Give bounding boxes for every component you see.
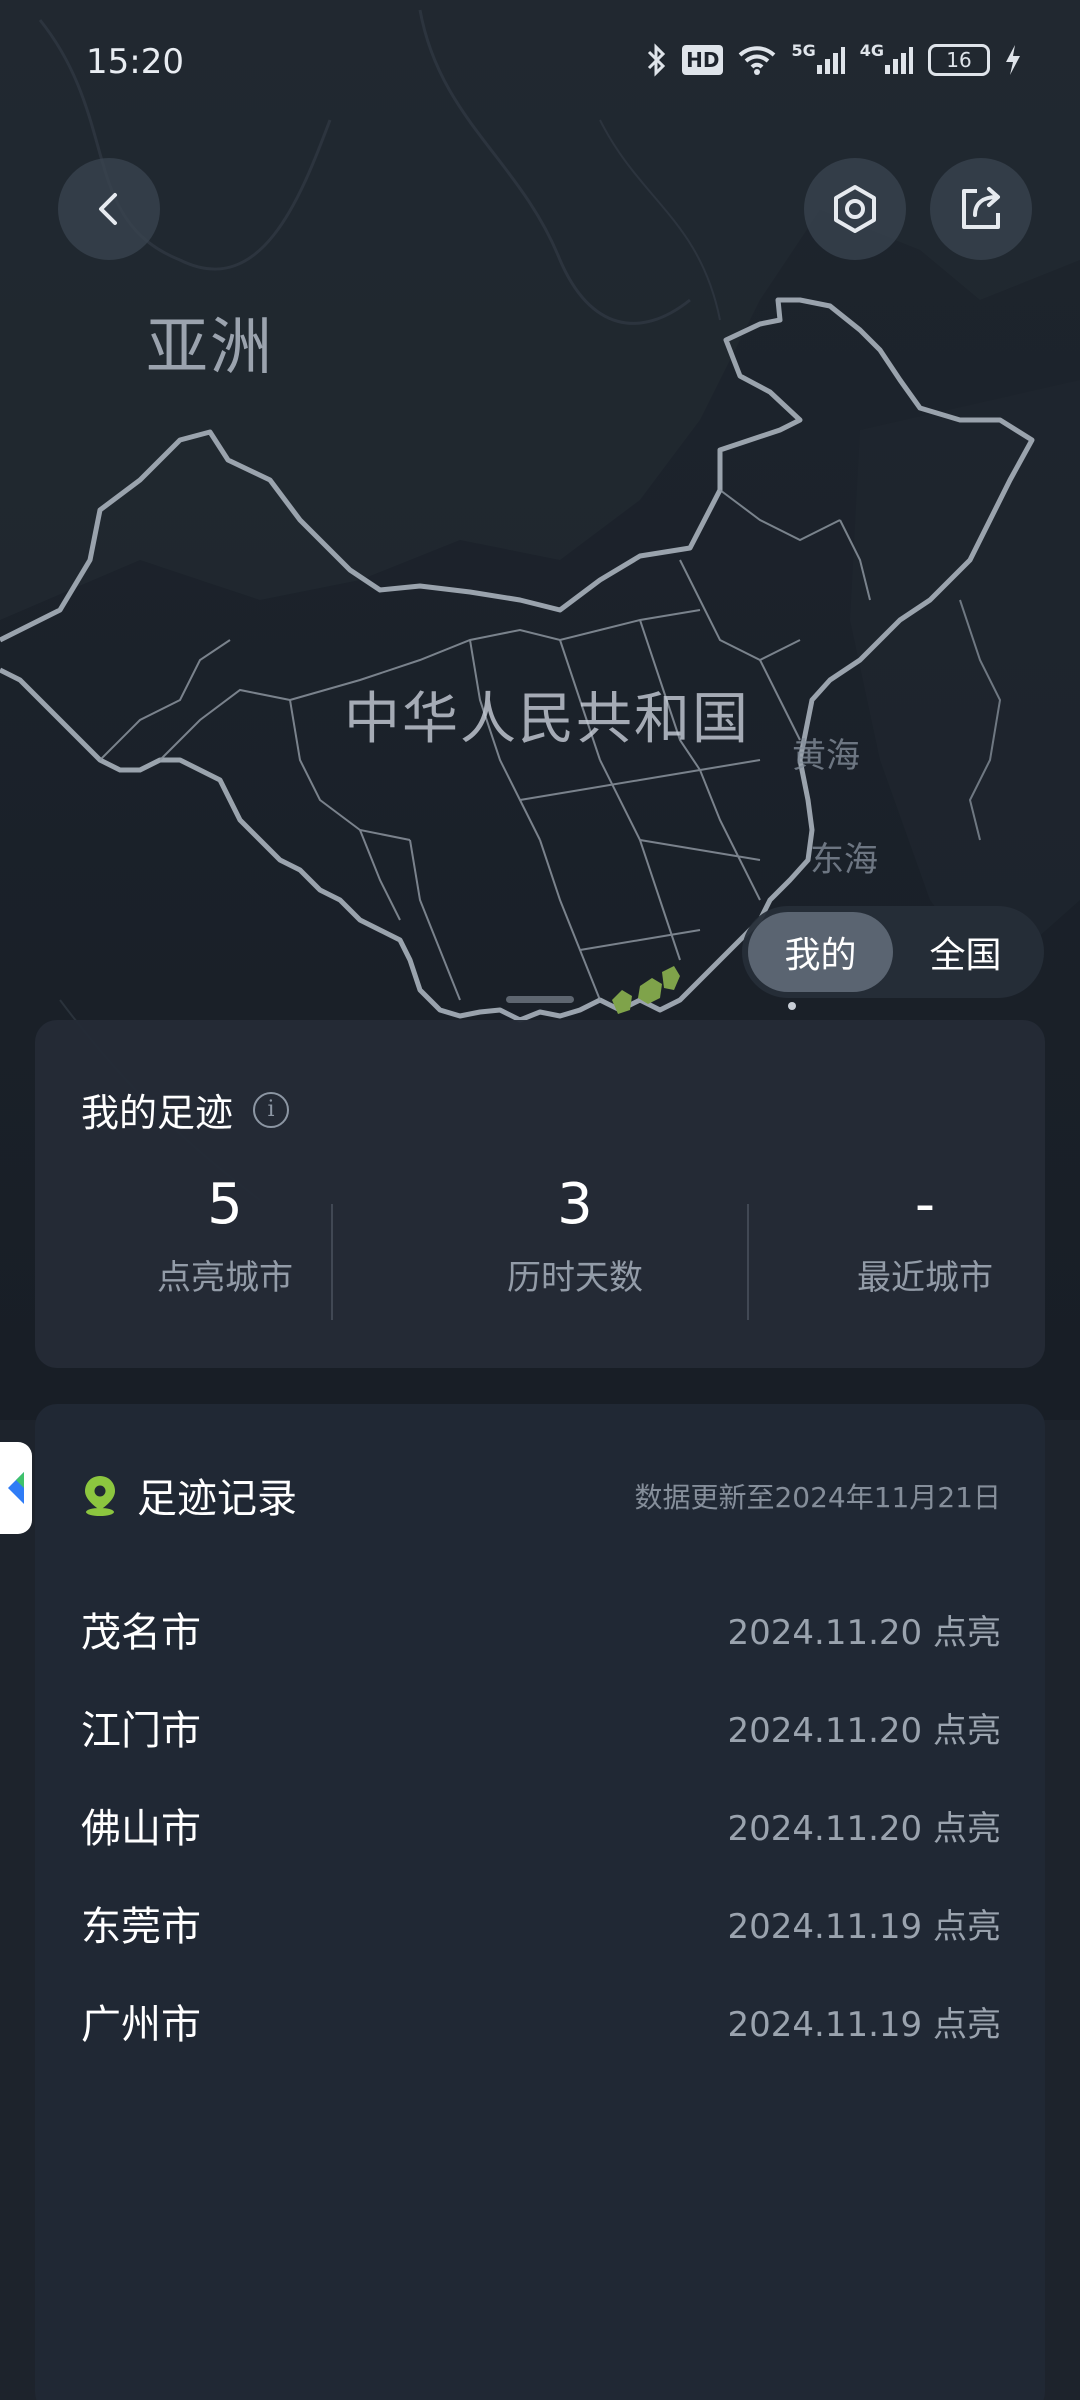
map-label-east-sea: 东海 xyxy=(810,840,878,880)
list-item[interactable]: 东莞市 2024.11.19 点亮 xyxy=(81,1874,1001,1972)
record-date: 2024.11.19 点亮 xyxy=(727,2004,1001,2045)
list-item[interactable]: 广州市 2024.11.19 点亮 xyxy=(81,1972,1001,2070)
stat-value: 5 xyxy=(207,1172,243,1237)
list-item[interactable]: 茂名市 2024.11.20 点亮 xyxy=(81,1580,1001,1678)
footprint-title-label: 我的足迹 xyxy=(81,1091,234,1135)
location-pin-icon xyxy=(85,1476,115,1516)
record-city: 广州市 xyxy=(81,2002,201,2048)
settings-icon xyxy=(834,185,876,233)
charging-icon xyxy=(1004,42,1022,78)
scope-toggle[interactable]: 我的 全国 xyxy=(742,906,1044,998)
records-title: 足迹记录 xyxy=(81,1466,297,1524)
map-label-country: 中华人民共和国 xyxy=(344,687,750,752)
map-label-continent: 亚洲 xyxy=(146,310,275,383)
stat-label: 最近城市 xyxy=(857,1258,993,1298)
record-city: 江门市 xyxy=(81,1708,201,1754)
stat-value: 3 xyxy=(557,1172,593,1237)
record-city: 佛山市 xyxy=(81,1806,201,1852)
bluetooth-icon xyxy=(646,42,668,78)
record-date: 2024.11.20 点亮 xyxy=(727,1808,1001,1849)
record-date: 2024.11.20 点亮 xyxy=(727,1710,1001,1751)
floating-assistant-icon xyxy=(8,1472,24,1504)
screen: 亚洲 中华人民共和国 黄海 东海 15:20 HD 5G 4G 16 我的 全国… xyxy=(0,0,1080,2400)
signal-4g-icon: 4G xyxy=(860,41,914,78)
status-time: 15:20 xyxy=(86,42,184,82)
records-card: 足迹记录 数据更新至2024年11月21日 茂名市 2024.11.20 点亮 … xyxy=(35,1404,1045,2400)
hd-icon: HD xyxy=(682,45,724,75)
stat-label: 历时天数 xyxy=(507,1258,643,1298)
list-item[interactable]: 江门市 2024.11.20 点亮 xyxy=(81,1678,1001,1776)
record-date: 2024.11.19 点亮 xyxy=(727,1906,1001,1947)
toggle-option-mine[interactable]: 我的 xyxy=(748,912,893,992)
battery-icon: 16 xyxy=(928,44,990,76)
stat-divider xyxy=(747,1204,749,1320)
records-header: 足迹记录 数据更新至2024年11月21日 xyxy=(81,1466,1001,1526)
settings-button[interactable] xyxy=(804,158,906,260)
list-item[interactable]: 佛山市 2024.11.20 点亮 xyxy=(81,1776,1001,1874)
signal-5g-icon: 5G xyxy=(791,41,845,78)
record-date: 2024.11.20 点亮 xyxy=(727,1612,1001,1653)
status-bar: 15:20 HD 5G 4G 16 xyxy=(0,0,1080,120)
footprint-title: 我的足迹 i xyxy=(81,1082,290,1137)
toggle-option-national[interactable]: 全国 xyxy=(893,912,1038,992)
share-icon xyxy=(962,187,1000,229)
status-icons: HD 5G 4G 16 xyxy=(646,41,1022,78)
records-title-label: 足迹记录 xyxy=(137,1476,297,1522)
stat-lit-cities: 5 点亮城市 xyxy=(95,1170,355,1299)
floating-assistant-tab[interactable] xyxy=(0,1442,32,1534)
stat-label: 点亮城市 xyxy=(157,1258,293,1298)
stat-value: - xyxy=(914,1172,936,1237)
record-city: 东莞市 xyxy=(81,1904,201,1950)
wifi-icon xyxy=(737,42,777,78)
footprint-stats: 5 点亮城市 3 历时天数 - 最近城市 xyxy=(35,1170,1045,1340)
back-button[interactable] xyxy=(58,158,160,260)
stat-days: 3 历时天数 xyxy=(445,1170,705,1299)
records-updated: 数据更新至2024年11月21日 xyxy=(634,1481,1001,1514)
drag-handle[interactable] xyxy=(506,996,574,1003)
share-button[interactable] xyxy=(930,158,1032,260)
info-icon[interactable]: i xyxy=(253,1091,290,1128)
stat-divider xyxy=(331,1204,333,1320)
footprint-card: 我的足迹 i 5 点亮城市 3 历时天数 - 最近城市 xyxy=(35,1020,1045,1368)
chevron-left-icon xyxy=(99,193,117,225)
map-label-yellow-sea: 黄海 xyxy=(792,736,860,776)
stat-recent-city: - 最近城市 xyxy=(795,1170,1055,1299)
record-city: 茂名市 xyxy=(81,1610,201,1656)
records-list: 茂名市 2024.11.20 点亮 江门市 2024.11.20 点亮 佛山市 … xyxy=(81,1580,1001,2070)
